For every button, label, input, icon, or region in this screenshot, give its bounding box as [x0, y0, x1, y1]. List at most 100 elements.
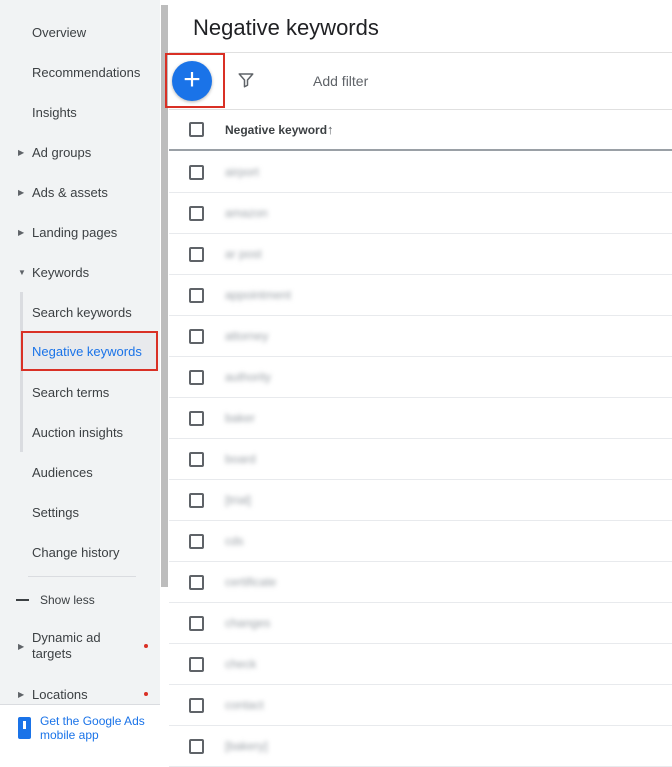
column-header-negative-keyword[interactable]: Negative keyword	[225, 123, 327, 137]
table-row[interactable]: contact	[169, 685, 672, 726]
sidebar-item-label: Ad groups	[32, 144, 92, 160]
table-row[interactable]: ar post	[169, 234, 672, 275]
add-button[interactable]: +	[172, 61, 212, 101]
table-row[interactable]: certificate	[169, 562, 672, 603]
sidebar: Overview Recommendations Insights ▶ Ad g…	[0, 0, 160, 750]
table-body: airport amazon ar post appointment attorney a…	[169, 152, 672, 767]
negative-keyword-text: [trial]	[225, 493, 252, 507]
sidebar-item-negative-keywords[interactable]: Negative keywords	[21, 331, 158, 371]
sidebar-item-label: Audiences	[32, 464, 93, 480]
row-checkbox[interactable]	[189, 657, 204, 672]
row-checkbox[interactable]	[189, 370, 204, 385]
row-checkbox[interactable]	[189, 698, 204, 713]
sidebar-scrollbar[interactable]	[161, 0, 169, 750]
row-checkbox[interactable]	[189, 575, 204, 590]
table-row[interactable]: changes	[169, 603, 672, 644]
negative-keyword-text: changes	[225, 616, 271, 630]
sidebar-item-label: Overview	[32, 24, 87, 40]
negative-keyword-text: airport	[225, 165, 260, 179]
caret-right-icon: ▶	[18, 227, 25, 237]
sidebar-item-label: Auction insights	[32, 424, 124, 440]
main-panel: Negative keywords + Add filter Negative …	[165, 0, 672, 767]
table-row[interactable]: attorney	[169, 316, 672, 357]
caret-right-icon: ▶	[18, 641, 25, 651]
negative-keyword-text: authority	[225, 370, 272, 384]
row-checkbox[interactable]	[189, 165, 204, 180]
sidebar-item-recommendations[interactable]: Recommendations	[0, 52, 160, 92]
sidebar-item-landing-pages[interactable]: ▶ Landing pages	[0, 212, 160, 252]
sidebar-item-label: Ads & assets	[32, 184, 108, 200]
alert-dot-icon	[144, 692, 148, 696]
row-checkbox[interactable]	[189, 288, 204, 303]
show-less-label: Show less	[40, 593, 95, 607]
show-less-button[interactable]: Show less	[0, 580, 160, 620]
negative-keyword-text: appointment	[225, 288, 292, 302]
sidebar-item-label: Locations	[32, 686, 88, 702]
add-button-highlight: +	[165, 53, 225, 108]
caret-right-icon: ▶	[18, 147, 25, 157]
table-row[interactable]: [bakery]	[169, 726, 672, 767]
filter-icon[interactable]	[237, 71, 255, 89]
negative-keyword-text: cds	[225, 534, 244, 548]
negative-keyword-text: ar post	[225, 247, 262, 261]
sidebar-item-change-history[interactable]: Change history	[0, 532, 160, 572]
sidebar-divider	[28, 576, 136, 577]
table-header: Negative keyword ↑	[169, 110, 672, 151]
sidebar-item-search-terms[interactable]: Search terms	[0, 372, 160, 412]
page-title: Negative keywords	[193, 15, 379, 40]
mobile-app-text: Get the Google Ads mobile app	[40, 714, 145, 742]
row-checkbox[interactable]	[189, 247, 204, 262]
sidebar-item-label: Settings	[32, 504, 79, 520]
negative-keyword-text: baker	[225, 411, 256, 425]
sidebar-item-auction-insights[interactable]: Auction insights	[0, 412, 160, 452]
sidebar-item-label: Recommendations	[32, 64, 141, 80]
row-checkbox[interactable]	[189, 534, 204, 549]
table-row[interactable]: baker	[169, 398, 672, 439]
add-filter-button[interactable]: Add filter	[313, 73, 368, 89]
row-checkbox[interactable]	[189, 329, 204, 344]
select-all-checkbox[interactable]	[189, 122, 204, 137]
phone-download-icon	[18, 717, 31, 739]
negative-keyword-text: [bakery]	[225, 739, 268, 753]
row-checkbox[interactable]	[189, 739, 204, 754]
row-checkbox[interactable]	[189, 206, 204, 221]
sidebar-item-label: Landing pages	[32, 224, 118, 240]
row-checkbox[interactable]	[189, 493, 204, 508]
negative-keyword-text: amazon	[225, 206, 268, 220]
caret-down-icon: ▼	[18, 267, 26, 277]
row-checkbox[interactable]	[189, 452, 204, 467]
negative-keyword-text: attorney	[225, 329, 269, 343]
sidebar-item-ad-groups[interactable]: ▶ Ad groups	[0, 132, 160, 172]
mobile-app-link[interactable]: Get the Google Ads mobile app	[0, 704, 160, 750]
table-row[interactable]: airport	[169, 152, 672, 193]
sidebar-item-label: Keywords	[32, 264, 90, 280]
sidebar-item-search-keywords[interactable]: Search keywords	[0, 292, 160, 332]
table-row[interactable]: [trial]	[169, 480, 672, 521]
sidebar-item-label: Change history	[32, 544, 120, 560]
table-row[interactable]: check	[169, 644, 672, 685]
row-checkbox[interactable]	[189, 411, 204, 426]
sidebar-item-label: Search terms	[32, 384, 110, 400]
table-row[interactable]: authority	[169, 357, 672, 398]
sidebar-item-keywords[interactable]: ▼ Keywords	[0, 252, 160, 292]
toolbar: + Add filter	[165, 53, 672, 110]
negative-keyword-text: check	[225, 657, 257, 671]
negative-keyword-text: board	[225, 452, 256, 466]
sort-ascending-icon[interactable]: ↑	[327, 122, 334, 137]
sidebar-item-dynamic-ad-targets[interactable]: ▶ Dynamic ad targets	[0, 626, 160, 666]
sidebar-item-insights[interactable]: Insights	[0, 92, 160, 132]
caret-right-icon: ▶	[18, 689, 25, 699]
sidebar-item-overview[interactable]: Overview	[0, 12, 160, 52]
negative-keyword-text: certificate	[225, 575, 277, 589]
sidebar-item-label: Insights	[32, 104, 77, 120]
sidebar-item-label: Negative keywords	[32, 343, 142, 359]
negative-keyword-text: contact	[225, 698, 264, 712]
table-row[interactable]: appointment	[169, 275, 672, 316]
table-row[interactable]: board	[169, 439, 672, 480]
sidebar-item-settings[interactable]: Settings	[0, 492, 160, 532]
table-row[interactable]: cds	[169, 521, 672, 562]
sidebar-item-ads-assets[interactable]: ▶ Ads & assets	[0, 172, 160, 212]
table-row[interactable]: amazon	[169, 193, 672, 234]
row-checkbox[interactable]	[189, 616, 204, 631]
sidebar-item-audiences[interactable]: Audiences	[0, 452, 160, 492]
